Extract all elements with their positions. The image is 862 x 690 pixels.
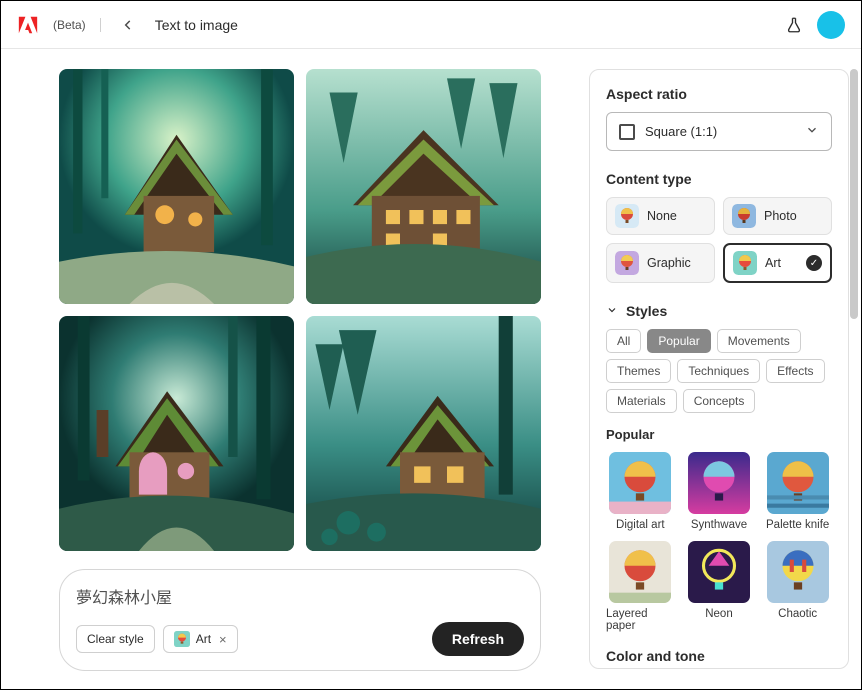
style-palette-knife[interactable]: Palette knife (763, 452, 832, 531)
style-synthwave[interactable]: Synthwave (685, 452, 754, 531)
tab-movements[interactable]: Movements (717, 329, 801, 353)
content-type-none[interactable]: None (606, 197, 715, 235)
style-digital-art[interactable]: Digital art (606, 452, 675, 531)
chevron-down-icon (805, 123, 819, 140)
page-title: Text to image (155, 17, 238, 33)
tab-concepts[interactable]: Concepts (683, 389, 756, 413)
balloon-icon (732, 204, 756, 228)
tab-materials[interactable]: Materials (606, 389, 677, 413)
top-bar-left: (Beta) Text to image (17, 12, 238, 38)
content-type-title: Content type (606, 171, 832, 187)
result-image[interactable] (59, 69, 294, 304)
content-type-grid: None Photo Graphic Art ✓ (606, 197, 832, 283)
style-grid: Digital art Synthwave Palette knife Laye… (606, 452, 832, 632)
content-type-photo[interactable]: Photo (723, 197, 832, 235)
popular-subtitle: Popular (606, 427, 832, 442)
aspect-ratio-select[interactable]: Square (1:1) (606, 112, 832, 151)
square-icon (619, 124, 635, 140)
tab-popular[interactable]: Popular (647, 329, 710, 353)
refresh-button[interactable]: Refresh (432, 622, 524, 656)
adobe-logo-icon (17, 14, 39, 36)
style-layered-paper[interactable]: Layered paper (606, 541, 675, 632)
prompt-input[interactable]: 夢幻森林小屋 (76, 584, 524, 608)
tab-themes[interactable]: Themes (606, 359, 671, 383)
tab-all[interactable]: All (606, 329, 641, 353)
chevron-down-icon (606, 304, 618, 319)
style-chip-art[interactable]: Art × (163, 625, 238, 653)
settings-panel: Aspect ratio Square (1:1) Content type N… (589, 69, 849, 669)
top-bar: (Beta) Text to image (1, 1, 861, 49)
content-type-art[interactable]: Art ✓ (723, 243, 832, 283)
style-neon[interactable]: Neon (685, 541, 754, 632)
prompt-bar: 夢幻森林小屋 Clear style Art × (59, 569, 541, 671)
balloon-icon (733, 251, 757, 275)
tab-effects[interactable]: Effects (766, 359, 824, 383)
style-chaotic[interactable]: Chaotic (763, 541, 832, 632)
result-grid (59, 69, 541, 551)
aspect-ratio-title: Aspect ratio (606, 86, 832, 102)
styles-toggle[interactable]: Styles (606, 303, 832, 319)
tab-techniques[interactable]: Techniques (677, 359, 760, 383)
beta-label: (Beta) (53, 18, 101, 32)
balloon-icon (615, 251, 639, 275)
balloon-icon (615, 204, 639, 228)
result-image[interactable] (59, 316, 294, 551)
check-icon: ✓ (806, 255, 822, 271)
result-image[interactable] (306, 316, 541, 551)
clear-style-button[interactable]: Clear style (76, 625, 155, 653)
color-tone-title: Color and tone (606, 648, 832, 664)
back-button[interactable] (115, 12, 141, 38)
close-icon: × (219, 632, 227, 647)
avatar[interactable] (817, 11, 845, 39)
result-image[interactable] (306, 69, 541, 304)
content-type-graphic[interactable]: Graphic (606, 243, 715, 283)
style-tabs: All Popular Movements Themes Techniques … (606, 329, 832, 413)
balloon-icon (174, 631, 190, 647)
scrollbar[interactable] (849, 69, 859, 669)
top-bar-right (785, 11, 845, 39)
flask-icon[interactable] (785, 16, 803, 34)
main-area: 夢幻森林小屋 Clear style Art × (1, 49, 589, 689)
